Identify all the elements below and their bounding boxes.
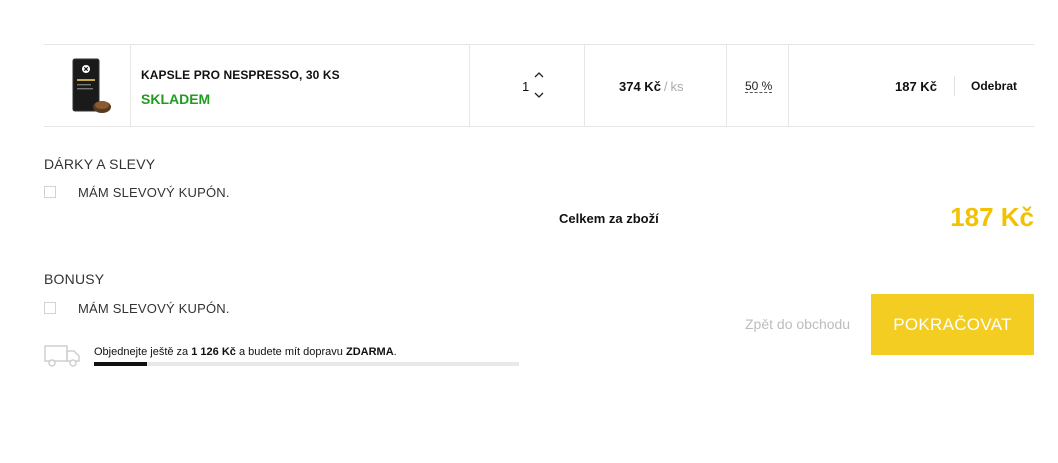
chevron-down-icon[interactable] xyxy=(532,89,546,101)
shipping-text-before: Objednejte ještě za xyxy=(94,346,189,358)
cart-item-row: KAPSLE PRO NESPRESSO, 30 KS SKLADEM 1 37… xyxy=(44,44,1034,127)
total-value: 187 Kč xyxy=(950,202,1034,232)
item-total: 187 Kč xyxy=(895,79,937,94)
bonus-coupon-label[interactable]: MÁM SLEVOVÝ KUPÓN. xyxy=(78,301,230,316)
unit-price-cell: 374 Kč / ks xyxy=(585,45,727,126)
back-to-shop-link[interactable]: Zpět do obchodu xyxy=(745,316,850,332)
shipping-text-middle: a budete mít dopravu xyxy=(238,346,343,358)
truck-icon xyxy=(44,345,80,367)
unit-separator: / xyxy=(663,79,668,94)
shipping-text-end: . xyxy=(393,346,397,358)
bonus-section-title: BONUSY xyxy=(44,271,105,287)
gift-coupon-checkbox[interactable] xyxy=(44,186,56,198)
discount-cell: 50 % xyxy=(727,45,789,126)
unit-price: 374 Kč / ks xyxy=(619,79,684,94)
quantity-cell: 1 xyxy=(470,45,585,126)
gift-coupon-option[interactable]: MÁM SLEVOVÝ KUPÓN. xyxy=(44,184,230,200)
free-shipping-progress-fill xyxy=(94,362,148,366)
chevron-up-icon[interactable] xyxy=(532,69,546,81)
continue-button[interactable]: POKRAČOVAT xyxy=(871,294,1034,355)
discount-value[interactable]: 50 % xyxy=(745,80,773,93)
unit-label: ks xyxy=(670,79,684,94)
product-name[interactable]: KAPSLE PRO NESPRESSO, 30 KS xyxy=(141,68,340,82)
quantity-value[interactable]: 1 xyxy=(522,79,529,94)
gifts-section-title: DÁRKY A SLEVY xyxy=(44,156,156,172)
unit-price-value: 374 Kč xyxy=(619,79,661,94)
free-shipping-progress xyxy=(94,362,519,366)
shipping-free-label: ZDARMA xyxy=(345,346,394,358)
coffee-capsule-box-icon[interactable] xyxy=(68,57,114,117)
product-image-cell xyxy=(44,45,131,126)
remove-button[interactable]: Odebrat xyxy=(971,79,1017,93)
bonus-coupon-checkbox[interactable] xyxy=(44,302,56,314)
bonus-coupon-option[interactable]: MÁM SLEVOVÝ KUPÓN. xyxy=(44,300,230,316)
total-label: Celkem za zboží xyxy=(559,211,659,226)
divider xyxy=(954,76,955,96)
item-total-cell: 187 Kč Odebrat xyxy=(789,45,1034,126)
free-shipping-message: Objednejte ještě za 1 126 Kč a budete mí… xyxy=(94,346,397,358)
gift-coupon-label[interactable]: MÁM SLEVOVÝ KUPÓN. xyxy=(78,185,230,200)
shipping-amount: 1 126 Kč xyxy=(191,346,236,358)
stock-status: SKLADEM xyxy=(141,91,211,107)
product-info-cell: KAPSLE PRO NESPRESSO, 30 KS SKLADEM xyxy=(131,45,470,126)
